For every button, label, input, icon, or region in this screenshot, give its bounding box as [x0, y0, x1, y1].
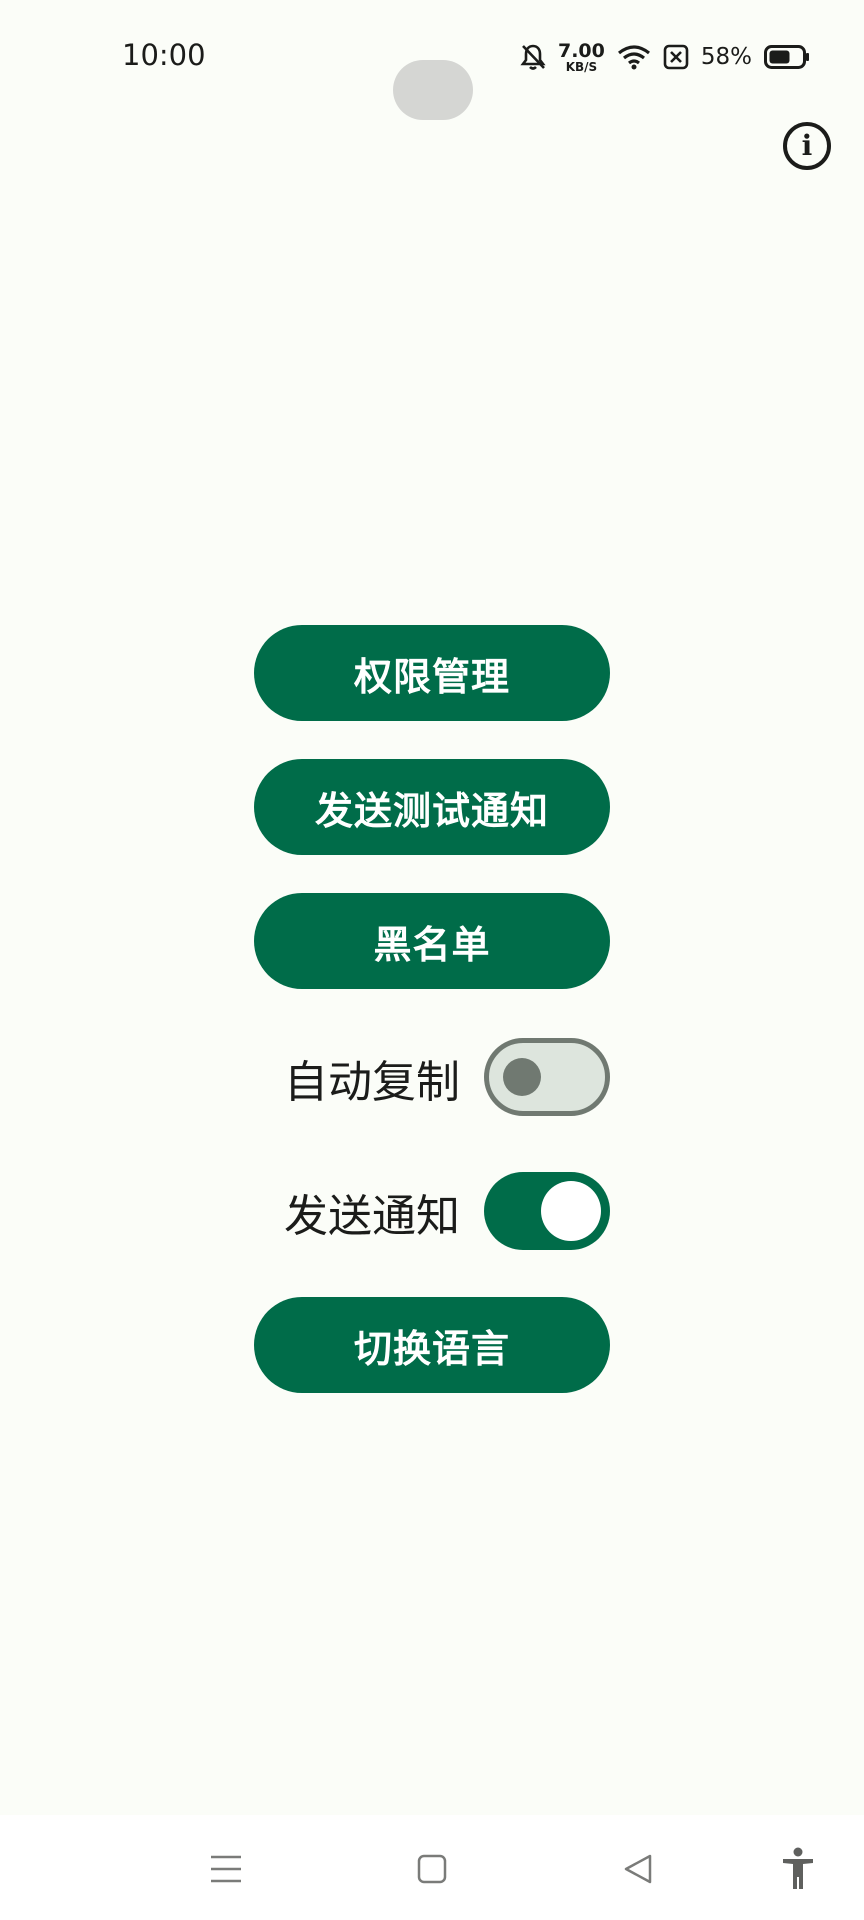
blacklist-button[interactable]: 黑名单: [254, 893, 610, 989]
send-notification-label: 发送通知: [284, 1191, 460, 1242]
permissions-button[interactable]: 权限管理: [254, 625, 610, 721]
sim-off-icon: [663, 44, 689, 70]
battery-percent: 58%: [700, 44, 752, 70]
camera-cutout: [393, 60, 473, 120]
status-icons: 7.00 KB/S 58%: [520, 40, 810, 74]
bell-off-icon: [520, 44, 546, 70]
app-screen: 10:00 7.00 KB/S 58% i 权限管理 发送测试通知 黑名单 自动…: [0, 0, 864, 1920]
auto-copy-switch[interactable]: [484, 1038, 610, 1116]
status-bar: 10:00 7.00 KB/S 58%: [0, 0, 864, 120]
net-speed-unit: KB/S: [565, 59, 598, 74]
back-button[interactable]: [614, 1845, 662, 1893]
menu-button[interactable]: [202, 1845, 250, 1893]
switch-knob: [503, 1058, 541, 1096]
send-notification-switch[interactable]: [484, 1172, 610, 1250]
accessibility-icon: [783, 1847, 813, 1889]
net-speed-value: 7.00: [557, 39, 605, 62]
back-icon: [624, 1854, 652, 1884]
switch-language-button[interactable]: 切换语言: [254, 1297, 610, 1393]
accessibility-button[interactable]: [774, 1845, 822, 1893]
navigation-bar: [0, 1815, 864, 1920]
info-icon: i: [801, 129, 813, 162]
status-time: 10:00: [122, 38, 206, 72]
home-icon: [417, 1854, 447, 1884]
menu-icon: [211, 1855, 241, 1883]
auto-copy-row: 自动复制: [254, 1036, 610, 1116]
auto-copy-label: 自动复制: [284, 1057, 460, 1108]
switch-knob: [541, 1181, 601, 1241]
home-button[interactable]: [408, 1845, 456, 1893]
wifi-icon: [617, 45, 650, 70]
send-notification-row: 发送通知: [254, 1170, 610, 1250]
info-button[interactable]: i: [783, 122, 831, 170]
battery-icon: [764, 45, 809, 69]
send-test-notification-button[interactable]: 发送测试通知: [254, 759, 610, 855]
net-speed: 7.00 KB/S: [557, 39, 605, 74]
